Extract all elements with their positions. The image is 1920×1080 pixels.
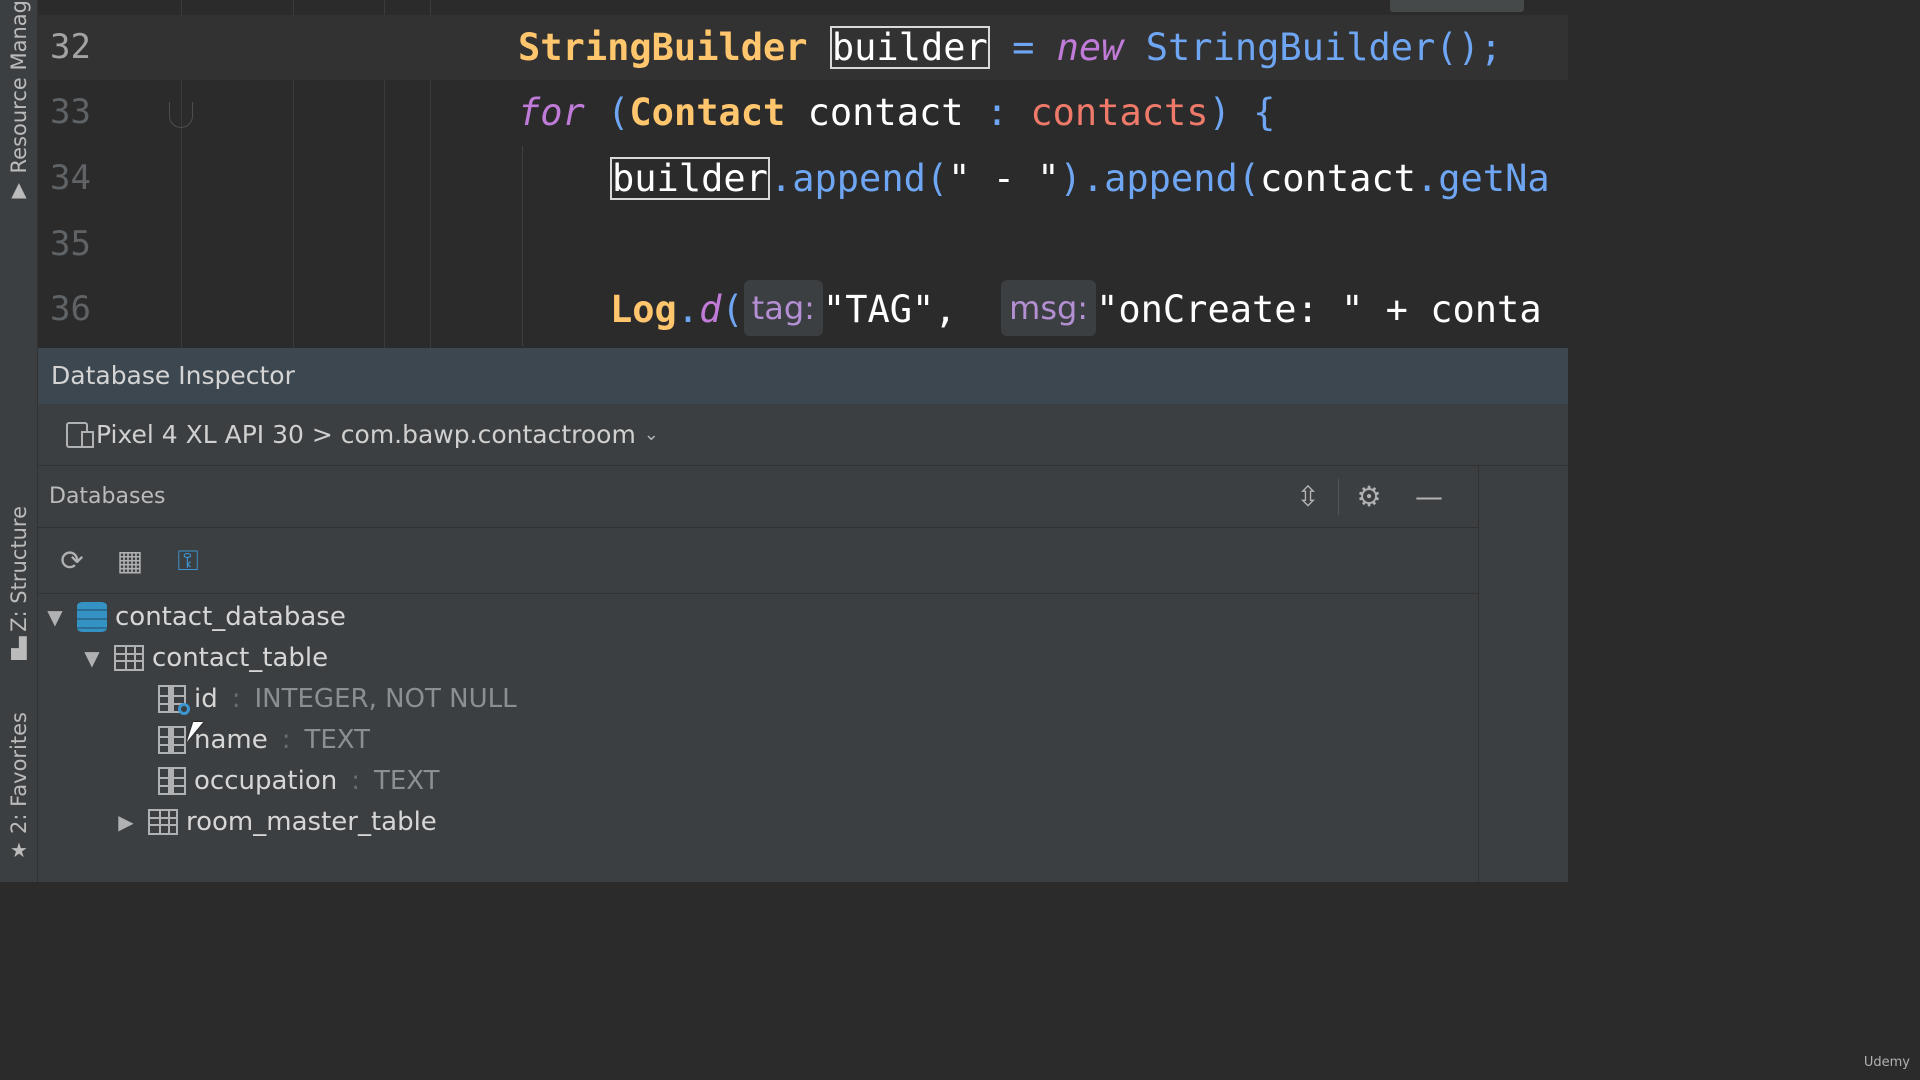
token-constructor: StringBuilder(); [1123, 26, 1503, 69]
token-method-static: d [699, 288, 722, 331]
database-inspector-title: Database Inspector [38, 348, 1568, 404]
code-line-35[interactable]: 35 [38, 212, 1568, 277]
line-number: 33 [50, 92, 91, 132]
resource-manager-label: Resource Manag [7, 0, 31, 174]
column-separator: : [281, 724, 291, 755]
token-field: contacts [1030, 91, 1209, 134]
column-icon [158, 725, 186, 754]
token-type: StringBuilder [518, 26, 808, 69]
databases-toolbar: ⟳ ▦ ⚿ [38, 528, 1479, 594]
token-method: ).append( [1059, 157, 1261, 200]
tree-node-column[interactable]: occupation : TEXT [148, 760, 440, 801]
watermark-logo: Udemy [1863, 1055, 1910, 1070]
token-keyword-new: new [1056, 26, 1124, 69]
shapes-icon: ▲ [11, 177, 27, 202]
column-icon [158, 766, 186, 795]
expand-right-icon[interactable]: ▶ [114, 810, 138, 834]
line-number: 35 [50, 224, 91, 264]
token-paren: ( [721, 288, 744, 331]
column-name: name [194, 724, 268, 755]
chevron-down-icon: ⌄ [643, 424, 659, 445]
star-icon: ★ [10, 837, 28, 862]
token-dot: . [676, 288, 700, 331]
token-method: .getNa [1415, 157, 1550, 200]
code-editor[interactable]: 32 StringBuilder builder = new StringBui… [38, 0, 1568, 348]
column-type: TEXT [373, 765, 440, 796]
line-number: 36 [50, 289, 91, 329]
token-keyword-for: for [518, 91, 585, 134]
param-hint-msg: msg: [1001, 280, 1097, 336]
token-string: "TAG", [822, 288, 979, 331]
device-selector[interactable]: Pixel 4 XL API 30 > com.bawp.contactroom… [38, 404, 1568, 466]
structure-label: Z: Structure [7, 506, 31, 632]
code-line-32[interactable]: 32 StringBuilder builder = new StringBui… [38, 15, 1568, 80]
token-type: Contact [629, 91, 786, 134]
token-variable-highlighted: builder [610, 157, 770, 200]
structure-tab[interactable]: Z: Structure ▟ [0, 506, 38, 660]
token-class: Log [610, 288, 677, 331]
databases-label: Databases [49, 484, 166, 509]
token-method: .append( [769, 157, 949, 200]
code-line-33[interactable]: 33 for (Contact contact : contacts) { [38, 80, 1568, 145]
database-inspector-panel: Pixel 4 XL API 30 > com.bawp.contactroom… [38, 404, 1568, 882]
device-label: Pixel 4 XL API 30 > com.bawp.contactroom [96, 420, 636, 449]
databases-header: Databases ⇳ ⚙ — [38, 466, 1479, 528]
token-colon: : [985, 91, 1031, 134]
favorites-label: 2: Favorites [7, 712, 31, 834]
primary-key-column-icon [158, 684, 190, 715]
column-separator: : [231, 683, 241, 714]
token-variable: contact [1260, 157, 1416, 200]
database-icon [77, 601, 107, 632]
expand-down-icon[interactable]: ▼ [43, 605, 67, 629]
column-type: INTEGER, NOT NULL [254, 683, 517, 714]
token-variable: contact [785, 91, 986, 134]
tree-node-table[interactable]: ▼ contact_table [80, 637, 328, 678]
token-brace: ) { [1208, 91, 1276, 134]
code-line-34[interactable]: 34 builder.append(" - ").append(contact.… [38, 146, 1568, 211]
refresh-icon[interactable]: ⟳ [56, 544, 88, 577]
table-name: room_master_table [186, 806, 437, 837]
column-name: id [194, 683, 218, 714]
table-icon [148, 808, 178, 835]
column-type: TEXT [304, 724, 371, 755]
editor-scroll-thumb[interactable] [1390, 0, 1524, 12]
tree-node-database[interactable]: ▼ contact_database [43, 596, 346, 637]
favorites-tab[interactable]: 2: Favorites ★ [0, 712, 38, 862]
structure-icon: ▟ [11, 635, 27, 660]
token-string: " - " [948, 157, 1060, 200]
token-operator: = [989, 26, 1057, 69]
tree-node-column[interactable]: id : INTEGER, NOT NULL [148, 678, 517, 719]
line-number: 32 [50, 27, 91, 67]
tree-node-table[interactable]: ▶ room_master_table [114, 801, 437, 842]
expand-down-icon[interactable]: ▼ [80, 646, 104, 670]
code-line-36[interactable]: 36 Log.d(tag: "TAG", msg: "onCreate: " + c… [38, 277, 1568, 342]
collapse-all-icon[interactable]: ⇳ [1278, 466, 1338, 528]
resource-manager-tab[interactable]: Resource Manag ▲ [0, 0, 38, 201]
table-icon [114, 644, 144, 671]
minimize-icon[interactable]: — [1399, 466, 1459, 528]
gear-icon[interactable]: ⚙ [1339, 466, 1399, 528]
table-name: contact_table [152, 642, 329, 673]
param-hint-tag: tag: [743, 280, 823, 336]
database-name: contact_database [115, 601, 346, 632]
databases-panel: Databases ⇳ ⚙ — ⟳ ▦ ⚿ ▼ contact_database… [38, 466, 1479, 882]
line-number: 34 [50, 158, 91, 198]
token-variable-highlighted: builder [829, 26, 990, 69]
column-name: occupation [194, 765, 338, 796]
tree-node-column[interactable]: name : TEXT [148, 719, 370, 760]
query-table-icon[interactable]: ▦ [114, 544, 146, 577]
device-icon [66, 421, 94, 448]
column-separator: : [351, 765, 360, 796]
token-string: "onCreate: " + conta [1096, 288, 1542, 331]
token-paren: ( [584, 91, 630, 134]
left-tool-strip: Resource Manag ▲ Z: Structure ▟ 2: Favor… [0, 0, 38, 882]
live-updates-icon[interactable]: ⚿ [172, 544, 204, 578]
